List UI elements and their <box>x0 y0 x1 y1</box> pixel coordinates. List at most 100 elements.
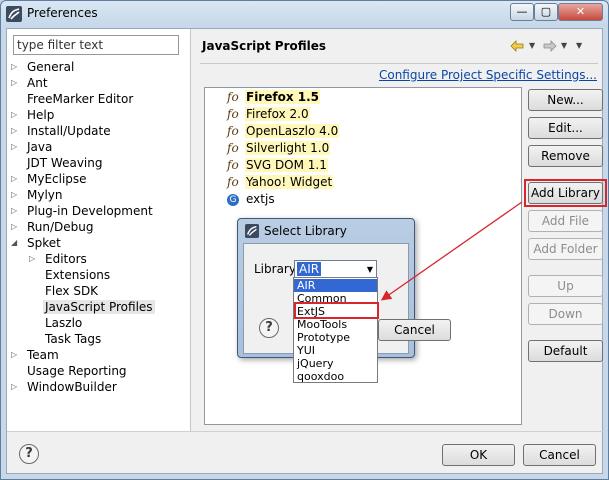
javascript-profile-icon: fo <box>227 124 239 138</box>
header-separator <box>200 63 598 64</box>
app-icon <box>245 224 259 238</box>
dialog-cancel-button[interactable]: Cancel <box>378 319 451 341</box>
expanded-arrow-icon[interactable]: ◢ <box>11 235 21 251</box>
back-dropdown-icon[interactable]: ▼ <box>529 41 535 50</box>
tree-item[interactable]: JavaScript Profiles <box>43 299 155 315</box>
tree-item[interactable]: ▷ Run/Debug <box>11 219 96 235</box>
window-title: Preferences <box>27 6 98 20</box>
tree-item[interactable]: ◢ Spket <box>11 235 63 251</box>
collapsed-arrow-icon[interactable]: ▷ <box>11 203 21 219</box>
preference-tree-pane: ▷ General ▷ Ant FreeMarker Editor ▷ Help ▷ Insta… <box>7 29 191 431</box>
profile-name: OpenLaszlo 4.0 <box>245 124 340 138</box>
tree-item-label: Run/Debug <box>27 220 94 234</box>
tree-item[interactable]: JDT Weaving <box>25 155 104 171</box>
tree-item[interactable]: ▷ MyEclipse <box>11 171 89 187</box>
javascript-profile-icon: fo <box>227 175 239 189</box>
library-dropdown-list[interactable]: AIR Common ExtJS MooTools Prototype YUI jQuery… <box>293 277 378 383</box>
javascript-profile-icon: fo <box>227 107 239 121</box>
app-icon <box>6 6 22 22</box>
tree-item[interactable]: Flex SDK <box>43 283 100 299</box>
help-icon[interactable]: ? <box>19 444 39 464</box>
chevron-down-icon: ▼ <box>366 265 373 274</box>
tree-item-label: Flex SDK <box>45 284 99 298</box>
collapsed-arrow-icon[interactable]: ▷ <box>11 139 21 155</box>
tree-item-label: Task Tags <box>45 332 102 346</box>
javascript-profile-icon: fo <box>227 141 239 155</box>
tree-item[interactable]: ▷ Java <box>11 139 54 155</box>
tree-item-label: Help <box>27 108 55 122</box>
add-library-highlight <box>524 179 607 207</box>
forward-dropdown-icon[interactable]: ▼ <box>561 41 567 50</box>
tree-item-label: JDT Weaving <box>27 156 103 170</box>
profile-name: SVG DOM 1.1 <box>245 158 328 172</box>
collapsed-arrow-icon[interactable]: ▷ <box>11 75 21 91</box>
add-folder-button[interactable]: Add Folder <box>528 238 603 260</box>
collapsed-arrow-icon[interactable]: ▷ <box>11 347 21 363</box>
tree-item[interactable]: ▷ Team <box>11 347 61 363</box>
tree-item[interactable]: ▷ WindowBuilder <box>11 379 119 395</box>
dropdown-option[interactable]: YUI <box>297 344 315 357</box>
tree-item[interactable]: FreeMarker Editor <box>25 91 135 107</box>
cancel-button[interactable]: Cancel <box>523 444 596 466</box>
maximize-button[interactable]: ▢ <box>534 3 558 21</box>
up-button[interactable]: Up <box>528 275 603 297</box>
tree-item[interactable]: ▷ Editors <box>29 251 89 267</box>
forward-arrow-icon[interactable] <box>543 40 557 52</box>
profile-item[interactable]: fo OpenLaszlo 4.0 <box>227 123 340 140</box>
back-arrow-icon[interactable] <box>510 40 524 52</box>
tree-item[interactable]: ▷ Mylyn <box>11 187 65 203</box>
profile-name: Firefox 2.0 <box>245 107 310 121</box>
tree-item-label: Java <box>27 140 53 154</box>
minimize-button[interactable]: — <box>510 3 534 21</box>
tree-item[interactable]: Usage Reporting <box>25 363 129 379</box>
profile-item[interactable]: fo Yahoo! Widget <box>227 174 334 191</box>
collapsed-arrow-icon[interactable]: ▷ <box>11 219 21 235</box>
javascript-profile-icon: fo <box>227 90 239 104</box>
close-button[interactable]: ✕ <box>558 3 603 21</box>
edit-button[interactable]: Edit... <box>528 117 603 139</box>
collapsed-arrow-icon[interactable]: ▷ <box>11 187 21 203</box>
tree-item[interactable]: ▷ Help <box>11 107 56 123</box>
tree-item-label: Plug-in Development <box>27 204 153 218</box>
tree-item-label: MyEclipse <box>27 172 87 186</box>
title-bar[interactable]: Preferences — ▢ ✕ <box>1 1 608 29</box>
tree-item-label: Team <box>27 348 59 362</box>
collapsed-arrow-icon[interactable]: ▷ <box>11 379 21 395</box>
collapsed-arrow-icon[interactable]: ▷ <box>11 59 21 75</box>
collapsed-arrow-icon[interactable]: ▷ <box>29 251 39 267</box>
dialog-help-icon[interactable]: ? <box>259 318 279 338</box>
collapsed-arrow-icon[interactable]: ▷ <box>11 123 21 139</box>
profile-item[interactable]: fo SVG DOM 1.1 <box>227 157 328 174</box>
tree-item-label: Extensions <box>45 268 111 282</box>
add-file-button[interactable]: Add File <box>528 210 603 232</box>
profile-item[interactable]: fo Silverlight 1.0 <box>227 140 331 157</box>
view-menu-icon[interactable]: ▼ <box>576 41 582 50</box>
filter-input[interactable] <box>13 35 179 55</box>
dropdown-option[interactable]: qooxdoo <box>297 370 344 383</box>
maximize-icon: ▢ <box>540 5 552 18</box>
collapsed-arrow-icon[interactable]: ▷ <box>11 107 21 123</box>
tree-item[interactable]: Task Tags <box>43 331 103 347</box>
tree-item[interactable]: ▷ Plug-in Development <box>11 203 155 219</box>
dropdown-option[interactable]: AIR <box>294 279 377 292</box>
tree-item-label: FreeMarker Editor <box>27 92 134 106</box>
default-button[interactable]: Default <box>528 340 603 362</box>
tree-item[interactable]: ▷ Ant <box>11 75 50 91</box>
tree-item-label: WindowBuilder <box>27 380 117 394</box>
profile-item[interactable]: fo Firefox 1.5 <box>227 89 321 106</box>
collapsed-arrow-icon[interactable]: ▷ <box>11 171 21 187</box>
profile-item[interactable]: Gextjs <box>227 191 276 208</box>
dropdown-option[interactable]: MooTools <box>297 318 347 331</box>
new-button[interactable]: New... <box>528 89 603 111</box>
tree-item[interactable]: Extensions <box>43 267 112 283</box>
dropdown-option[interactable]: jQuery <box>297 357 334 370</box>
remove-button[interactable]: Remove <box>528 145 603 167</box>
ok-button[interactable]: OK <box>442 444 515 466</box>
tree-item[interactable]: ▷ Install/Update <box>11 123 113 139</box>
dropdown-option[interactable]: Prototype <box>297 331 350 344</box>
down-button[interactable]: Down <box>528 303 603 325</box>
tree-item[interactable]: ▷ General <box>11 59 76 75</box>
configure-project-settings-link[interactable]: Configure Project Specific Settings... <box>379 68 597 82</box>
tree-item[interactable]: Laszlo <box>43 315 84 331</box>
profile-item[interactable]: fo Firefox 2.0 <box>227 106 310 123</box>
